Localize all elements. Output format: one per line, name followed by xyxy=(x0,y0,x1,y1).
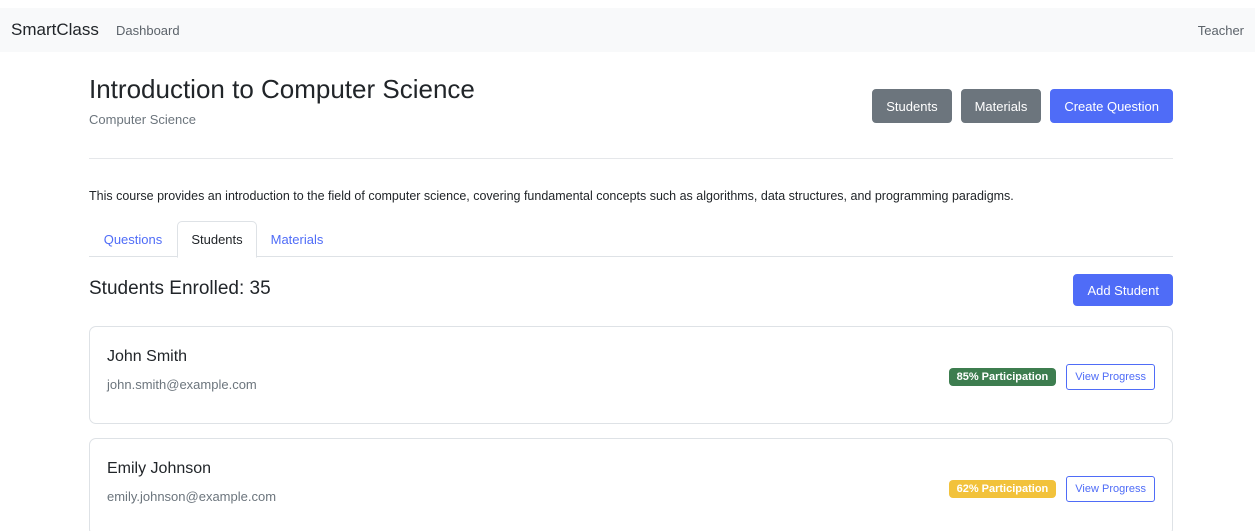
course-subject: Computer Science xyxy=(89,112,196,127)
course-tabs: Questions Students Materials xyxy=(89,221,1173,258)
tab-students[interactable]: Students xyxy=(177,221,257,258)
brand-logo[interactable]: SmartClass xyxy=(11,20,99,40)
course-title: Introduction to Computer Science xyxy=(89,74,475,104)
student-card: John Smith john.smith@example.com 85% Pa… xyxy=(89,326,1173,424)
nav-user-role[interactable]: Teacher xyxy=(1198,23,1244,38)
participation-badge: 85% Participation xyxy=(948,368,1057,386)
student-name: John Smith xyxy=(107,348,188,365)
view-progress-button[interactable]: View Progress xyxy=(1066,476,1155,502)
student-card-actions: 85% Participation View Progress xyxy=(948,364,1155,390)
header-actions: Students Materials Create Question xyxy=(872,89,1173,123)
tab-materials[interactable]: Materials xyxy=(257,221,337,257)
top-navbar: SmartClass Dashboard Teacher xyxy=(0,8,1255,52)
student-email: john.smith@example.com xyxy=(107,377,257,392)
tab-questions[interactable]: Questions xyxy=(89,221,177,257)
students-enrolled-heading: Students Enrolled: 35 xyxy=(89,278,271,299)
materials-button[interactable]: Materials xyxy=(960,89,1042,123)
nav-link-dashboard[interactable]: Dashboard xyxy=(116,23,180,38)
add-student-button[interactable]: Add Student xyxy=(1073,274,1173,306)
student-name: Emily Johnson xyxy=(107,460,212,477)
header-divider xyxy=(89,158,1173,159)
students-button[interactable]: Students xyxy=(872,89,952,123)
view-progress-button[interactable]: View Progress xyxy=(1066,364,1155,390)
participation-badge: 62% Participation xyxy=(948,480,1057,498)
student-card: Emily Johnson emily.johnson@example.com … xyxy=(89,438,1173,531)
student-email: emily.johnson@example.com xyxy=(107,489,277,504)
student-card-actions: 62% Participation View Progress xyxy=(948,476,1155,502)
course-description: This course provides an introduction to … xyxy=(89,189,1014,203)
create-question-button[interactable]: Create Question xyxy=(1050,89,1173,123)
